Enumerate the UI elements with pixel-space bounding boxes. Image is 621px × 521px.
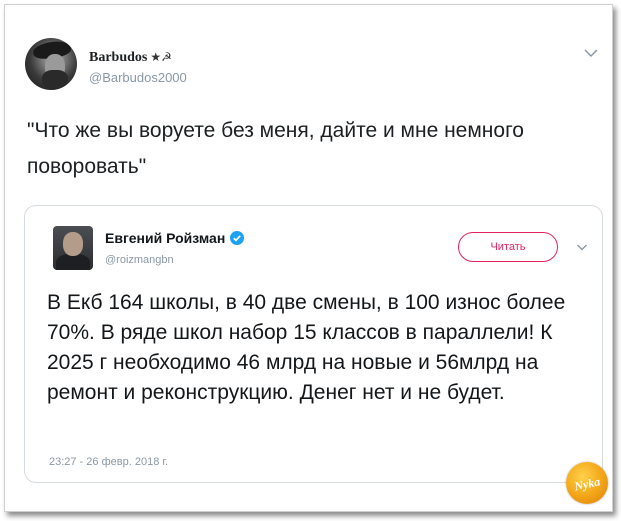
quoted-tweet-card[interactable]: Евгений Ройзман @roizmangbn Читать В Екб…	[24, 205, 603, 483]
quoted-author-handle[interactable]: @roizmangbn	[105, 254, 174, 266]
quoted-author-avatar[interactable]	[53, 226, 93, 270]
author-avatar[interactable]	[25, 38, 77, 90]
chevron-down-icon[interactable]	[583, 47, 599, 59]
read-button[interactable]: Читать	[458, 232, 558, 262]
svg-text:Nyka: Nyka	[572, 474, 601, 493]
quoted-tweet-text: В Екб 164 школы, в 40 две смены, в 100 и…	[47, 291, 566, 404]
quoted-tweet-timestamp[interactable]: 23:27 - 26 февр. 2018 г.	[49, 456, 168, 468]
author-name[interactable]: Barbudos	[89, 50, 147, 65]
author-name-row[interactable]: Barbudos ★☭	[89, 50, 172, 66]
quoted-author-name[interactable]: Евгений Ройзман	[105, 230, 225, 246]
author-handle[interactable]: @Barbudos2000	[89, 70, 187, 85]
tweet-text: "Что же вы воруете без меня, дайте и мне…	[27, 119, 524, 178]
screenshot-frame: Barbudos ★☭ @Barbudos2000 "Что же вы вору…	[4, 4, 613, 512]
author-name-emoji: ★☭	[150, 50, 172, 64]
quoted-author-name-row[interactable]: Евгений Ройзман	[105, 230, 245, 246]
chevron-down-icon[interactable]	[576, 243, 588, 252]
watermark-logo: Nyka	[566, 462, 608, 504]
verified-badge-icon	[230, 231, 245, 245]
